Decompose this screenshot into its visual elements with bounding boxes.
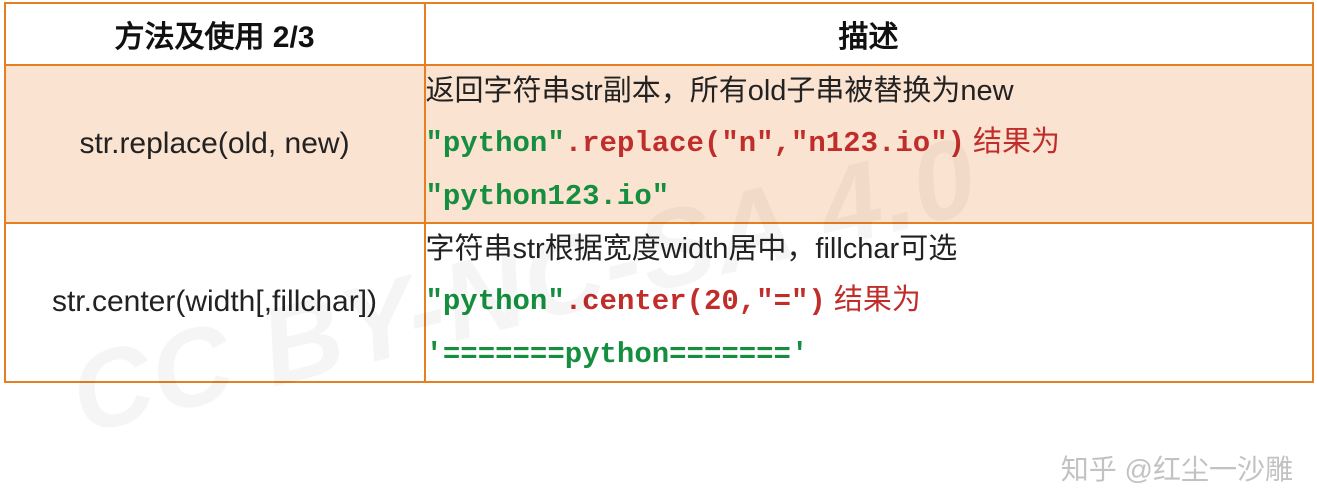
header-method: 方法及使用 2/3 [5, 3, 425, 65]
table-row: str.center(width[,fillchar]) 字符串str根据宽度w… [5, 223, 1313, 381]
code-call: .replace("n","n123.io") [565, 127, 965, 160]
method-name-cell: str.replace(old, new) [5, 65, 425, 223]
method-desc-cell: 字符串str根据宽度width居中，fillchar可选 "python".ce… [425, 223, 1313, 381]
methods-table: 方法及使用 2/3 描述 str.replace(old, new) 返回字符串… [4, 2, 1314, 383]
method-name-cell: str.center(width[,fillchar]) [5, 223, 425, 381]
desc-text: 字符串str根据宽度width居中，fillchar可选 [426, 233, 958, 265]
code-result: '=======python=======' [426, 338, 809, 371]
result-label: 结果为 [965, 126, 1060, 158]
code-string: "python" [426, 127, 565, 160]
table-row: str.replace(old, new) 返回字符串str副本，所有old子串… [5, 65, 1313, 223]
result-label: 结果为 [826, 284, 921, 316]
desc-text: 返回字符串str副本，所有old子串被替换为new [426, 75, 1014, 107]
code-string: "python" [426, 285, 565, 318]
table-header: 方法及使用 2/3 描述 [5, 3, 1313, 65]
header-desc: 描述 [425, 3, 1313, 65]
code-call: .center(20,"=") [565, 285, 826, 318]
watermark-zhihu: 知乎 @红尘一沙雕 [1061, 448, 1293, 488]
method-desc-cell: 返回字符串str副本，所有old子串被替换为new "python".repla… [425, 65, 1313, 223]
code-result: "python123.io" [426, 180, 670, 213]
